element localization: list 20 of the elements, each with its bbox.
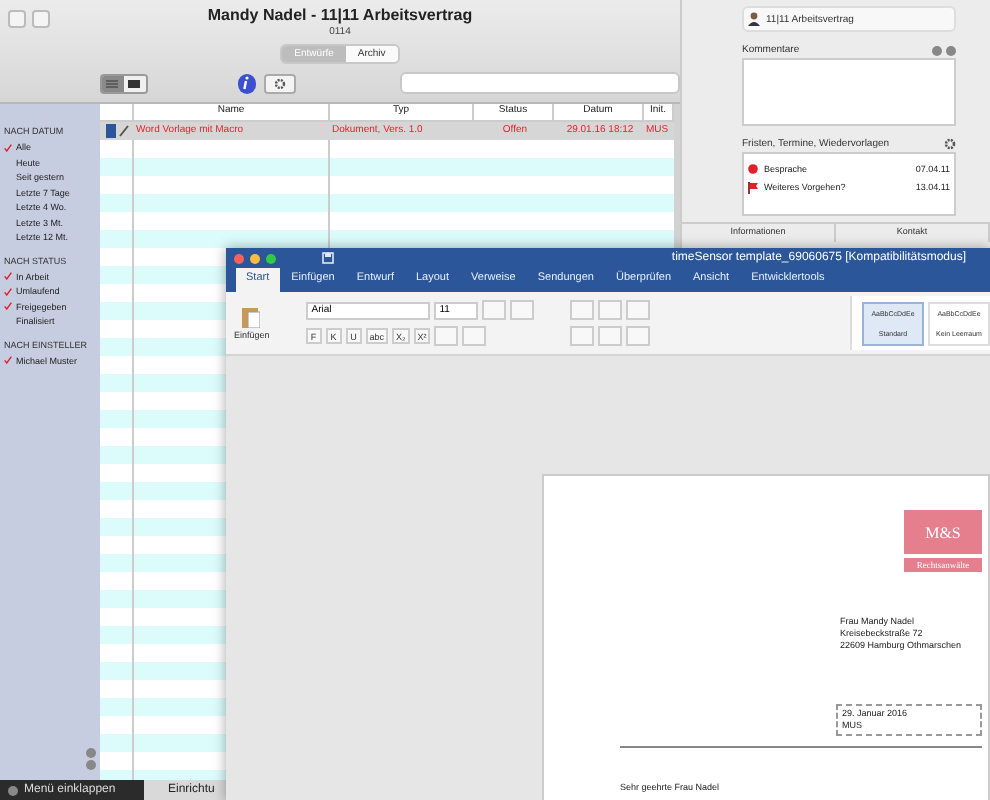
view-button[interactable] <box>123 75 145 91</box>
maximize-button[interactable] <box>266 253 276 263</box>
search-field[interactable] <box>399 72 680 94</box>
gear-icon[interactable] <box>944 138 956 150</box>
save-icon[interactable] <box>322 252 334 264</box>
minimize-button[interactable] <box>250 253 260 263</box>
gear-button[interactable] <box>264 73 296 93</box>
comments-box[interactable] <box>742 58 956 126</box>
columns-icon <box>128 79 141 87</box>
window-title: Mandy Nadel - 11|11 Arbeitsvertrag <box>207 6 473 24</box>
close-button[interactable] <box>234 253 244 263</box>
document-icon <box>106 124 130 138</box>
logo: M&S <box>904 510 982 554</box>
gear-icon <box>274 77 287 89</box>
list-icon <box>106 79 119 87</box>
info-icon[interactable] <box>237 73 257 93</box>
clipboard-icon <box>242 306 261 328</box>
meeting-icon <box>748 164 758 174</box>
person-icon <box>748 12 760 26</box>
flag-icon <box>748 181 758 193</box>
